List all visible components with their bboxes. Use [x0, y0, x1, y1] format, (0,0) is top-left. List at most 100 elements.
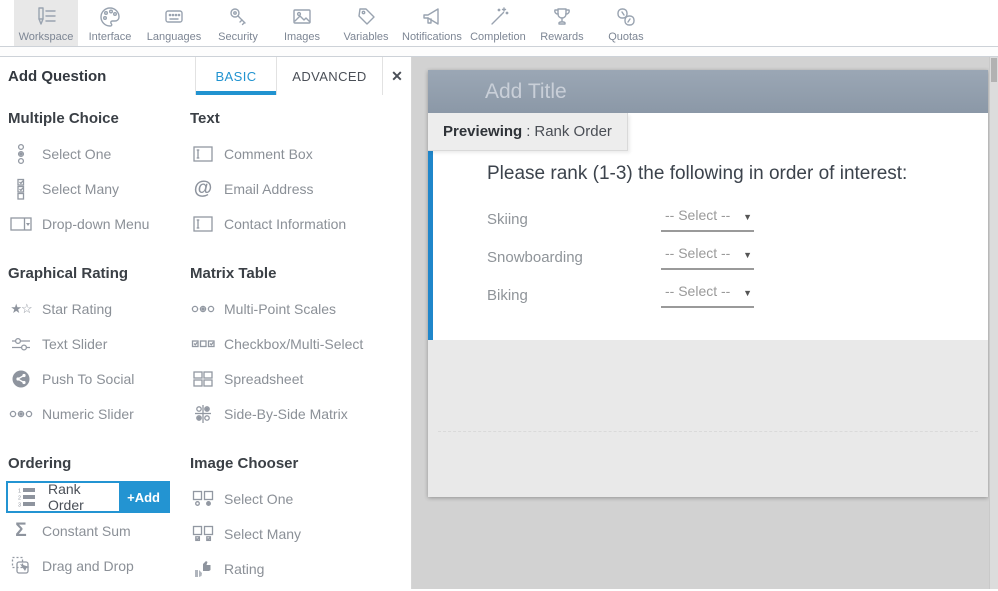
item-star-rating[interactable]: ★☆ Star Rating — [8, 291, 190, 326]
top-toolbar: Workspace Interface Languages Security I… — [0, 0, 998, 47]
toolbar-item-images[interactable]: Images — [270, 0, 334, 46]
toolbar-item-variables[interactable]: Variables — [334, 0, 398, 46]
item-contact-information[interactable]: Contact Information — [190, 206, 411, 241]
radio-row-icon — [190, 303, 216, 315]
item-multi-point-scales[interactable]: Multi-Point Scales — [190, 291, 411, 326]
item-dropdown-menu[interactable]: Drop-down Menu — [8, 206, 190, 241]
section-title: Matrix Table — [190, 263, 411, 285]
svg-text:2: 2 — [18, 496, 21, 502]
radio-list-icon — [8, 143, 34, 165]
item-label: Multi-Point Scales — [224, 301, 336, 317]
item-comment-box[interactable]: Comment Box — [190, 136, 411, 171]
item-spreadsheet[interactable]: Spreadsheet — [190, 361, 411, 396]
item-label: Select One — [42, 146, 111, 162]
item-label: Drop-down Menu — [42, 216, 149, 232]
sigma-icon: Σ — [8, 520, 34, 542]
item-side-by-side-matrix[interactable]: Side-By-Side Matrix — [190, 396, 411, 431]
interface-icon — [97, 4, 123, 30]
chevron-down-icon: ▼ — [743, 212, 752, 222]
close-icon[interactable]: ✕ — [382, 57, 411, 95]
item-checkbox-multi-select[interactable]: Checkbox/Multi-Select — [190, 326, 411, 361]
item-image-rating[interactable]: Rating — [190, 551, 411, 586]
item-label: Select Many — [224, 526, 301, 542]
item-label: Side-By-Side Matrix — [224, 406, 348, 422]
scrollbar-thumb[interactable] — [991, 58, 997, 82]
drop-zone-divider — [438, 431, 978, 432]
tab-advanced[interactable]: ADVANCED — [276, 57, 382, 95]
toolbar-item-languages[interactable]: Languages — [142, 0, 206, 46]
rank-row: Biking -- Select -- ▼ — [487, 276, 988, 314]
security-icon — [225, 4, 251, 30]
toolbar-label: Notifications — [402, 31, 462, 43]
toolbar-label: Completion — [470, 31, 526, 43]
textbox-icon — [190, 145, 216, 163]
svg-text:1: 1 — [18, 489, 21, 495]
section-multiple-choice: Multiple Choice Select One Select Many D… — [8, 108, 190, 241]
item-label: Constant Sum — [42, 523, 131, 539]
toolbar-item-completion[interactable]: Completion — [466, 0, 530, 46]
toolbar-label: Languages — [147, 31, 201, 43]
rank-select-skiing[interactable]: -- Select -- ▼ — [661, 207, 754, 232]
matrix-icon — [190, 405, 216, 423]
toolbar-item-workspace[interactable]: Workspace — [14, 0, 78, 46]
rank-order-icon: 123 — [14, 487, 40, 507]
previewing-badge: Previewing : Rank Order — [428, 113, 628, 151]
image-check-icon — [190, 525, 216, 543]
item-drag-and-drop[interactable]: Drag and Drop — [8, 548, 190, 583]
section-title: Image Chooser — [190, 453, 411, 475]
item-select-one[interactable]: Select One — [8, 136, 190, 171]
stars-icon: ★☆ — [8, 301, 34, 317]
rank-select-snowboarding[interactable]: -- Select -- ▼ — [661, 245, 754, 270]
slider-icon — [8, 336, 34, 352]
share-icon — [8, 369, 34, 389]
question-type-sections: Multiple Choice Select One Select Many D… — [0, 95, 411, 591]
item-constant-sum[interactable]: Σ Constant Sum — [8, 513, 190, 548]
toolbar-label: Interface — [89, 31, 132, 43]
item-email-address[interactable]: @ Email Address — [190, 171, 411, 206]
notifications-icon — [419, 4, 445, 30]
item-label: Drag and Drop — [42, 558, 134, 574]
rewards-icon — [549, 4, 575, 30]
preview-card: Add Title Previewing : Rank Order Please… — [428, 70, 988, 497]
tab-basic[interactable]: BASIC — [195, 57, 276, 95]
add-button[interactable]: +Add — [119, 483, 168, 511]
item-numeric-slider[interactable]: Numeric Slider — [8, 396, 190, 431]
dropdown-icon — [8, 216, 34, 232]
toolbar-item-rewards[interactable]: Rewards — [530, 0, 594, 46]
toolbar-label: Variables — [343, 31, 388, 43]
toolbar-item-interface[interactable]: Interface — [78, 0, 142, 46]
item-image-select-many[interactable]: Select Many — [190, 516, 411, 551]
toolbar-label: Security — [218, 31, 258, 43]
toolbar-item-quotas[interactable]: Quotas — [594, 0, 658, 46]
previewing-value: Rank Order — [534, 123, 612, 140]
item-rank-order[interactable]: 123 Rank Order +Add — [6, 481, 170, 513]
drag-drop-icon — [8, 556, 34, 576]
item-label: Text Slider — [42, 336, 107, 352]
item-select-many[interactable]: Select Many — [8, 171, 190, 206]
toolbar-label: Images — [284, 31, 320, 43]
survey-title-field[interactable]: Add Title — [428, 70, 988, 113]
chevron-down-icon: ▼ — [743, 288, 752, 298]
item-label: Select One — [224, 491, 293, 507]
images-icon — [289, 4, 315, 30]
section-ordering: Ordering 123 Rank Order +Add Σ Constant … — [8, 453, 190, 586]
rank-select-biking[interactable]: -- Select -- ▼ — [661, 283, 754, 308]
item-label: Numeric Slider — [42, 406, 134, 422]
item-image-select-one[interactable]: Select One — [190, 481, 411, 516]
rank-row-label: Skiing — [487, 211, 661, 228]
preview-area: Add Title Previewing : Rank Order Please… — [412, 57, 998, 589]
vertical-scrollbar[interactable] — [989, 57, 998, 589]
toolbar-item-notifications[interactable]: Notifications — [398, 0, 466, 46]
rank-row: Skiing -- Select -- ▼ — [487, 200, 988, 238]
section-matrix-table: Matrix Table Multi-Point Scales Checkbox… — [190, 263, 411, 431]
item-label: Select Many — [42, 181, 119, 197]
item-label: Contact Information — [224, 216, 346, 232]
section-title: Multiple Choice — [8, 108, 190, 130]
rank-row: Snowboarding -- Select -- ▼ — [487, 238, 988, 276]
item-text-slider[interactable]: Text Slider — [8, 326, 190, 361]
toolbar-item-security[interactable]: Security — [206, 0, 270, 46]
item-push-to-social[interactable]: Push To Social — [8, 361, 190, 396]
item-label: Star Rating — [42, 301, 112, 317]
languages-icon — [161, 4, 187, 30]
panel-header: Add Question BASIC ADVANCED ✕ — [0, 57, 411, 95]
